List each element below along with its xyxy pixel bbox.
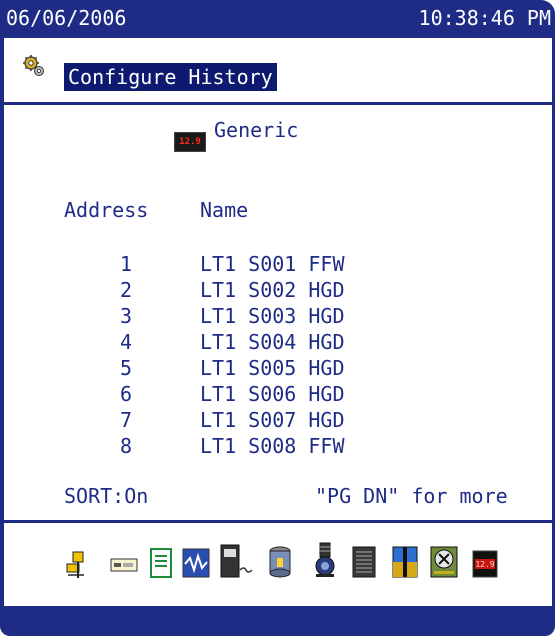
row-address: 2 (119, 278, 132, 302)
valve-icon[interactable] (64, 550, 88, 582)
digital-display-icon: 12.9 (174, 132, 206, 152)
frame-left-edge (0, 38, 4, 618)
digital-display-icon[interactable]: 12.9 (472, 550, 498, 578)
panel-icon[interactable] (352, 546, 376, 578)
row-address: 5 (119, 356, 132, 380)
gear-config-icon (23, 55, 44, 76)
page-down-hint: "PG DN" for more (315, 484, 508, 508)
row-address: 7 (119, 408, 132, 432)
gauge-level-icon[interactable] (392, 546, 418, 578)
bottom-bar (0, 606, 555, 636)
row-name: LT1 S005 HGD (200, 356, 345, 380)
row-address: 6 (119, 382, 132, 406)
status-bar: 06/06/2006 10:38:46 PM (0, 0, 555, 38)
column-header-address: Address (64, 198, 149, 222)
keypad-icon[interactable] (110, 558, 138, 572)
date-display: 06/06/2006 (6, 6, 127, 30)
waveform-icon[interactable] (182, 548, 210, 578)
row-name: LT1 S008 FFW (200, 434, 345, 458)
column-header-name: Name (200, 198, 249, 222)
display-icon-text: 12.9 (179, 137, 201, 147)
sort-status[interactable]: SORT:On (64, 484, 148, 508)
fan-icon[interactable] (430, 546, 458, 578)
device-name[interactable]: Generic (214, 118, 298, 142)
row-name: LT1 S003 HGD (200, 304, 345, 328)
row-name: LT1 S001 FFW (200, 252, 345, 276)
title-divider (4, 102, 552, 105)
row-name: LT1 S006 HGD (200, 382, 345, 406)
meter-icon[interactable] (220, 544, 256, 578)
document-icon[interactable] (150, 548, 172, 578)
row-address: 3 (119, 304, 132, 328)
row-address: 8 (119, 434, 132, 458)
row-address: 1 (119, 252, 132, 276)
row-name: LT1 S002 HGD (200, 278, 345, 302)
footer-divider (4, 520, 552, 523)
row-name: LT1 S004 HGD (200, 330, 345, 354)
row-address: 4 (119, 330, 132, 354)
page-title: Configure History (64, 63, 277, 91)
time-display: 10:38:46 PM (418, 6, 551, 30)
pump-icon[interactable] (312, 542, 338, 578)
tank-icon[interactable] (268, 546, 292, 578)
toolbar-display-text: 12.9 (475, 560, 494, 569)
row-name: LT1 S007 HGD (200, 408, 345, 432)
